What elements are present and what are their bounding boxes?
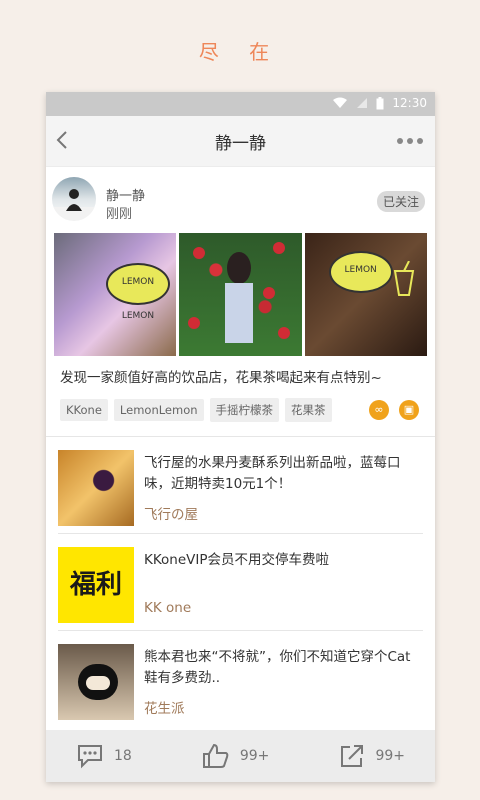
article-title: 熊本君也来“不将就”，你们不知道它穿个Cat鞋有多费劲.. [144, 649, 411, 686]
status-time: 12:30 [392, 96, 427, 110]
bear-image [78, 664, 118, 700]
tag-chip[interactable]: 手摇柠檬茶 [209, 398, 280, 422]
article-thumbnail [58, 450, 134, 526]
nav-title: 静一静 [215, 134, 266, 154]
like-count: 99+ [239, 748, 270, 764]
photo-grid: LEMON LEMON LEMON [54, 233, 427, 356]
post-caption: 发现一家颜值好高的饮品店，花果茶喝起来有点特别~ [60, 370, 382, 386]
photo-lemon-sign: LEMON LEMON [106, 263, 170, 321]
battery-icon [376, 96, 384, 109]
follow-badge[interactable]: 已关注 [376, 191, 425, 212]
gift-icon[interactable]: ▣ [399, 400, 419, 420]
nav-bar: 静一静 [46, 116, 435, 167]
share-count: 99+ [375, 748, 405, 764]
tag-chip[interactable]: LemonLemon [113, 399, 204, 421]
action-bar: 18 99+ 99+ [46, 730, 435, 782]
tag-row: KKone LemonLemon 手摇柠檬茶 花果茶 ∞ ▣ [60, 398, 423, 422]
share-icon [341, 745, 364, 767]
comment-count: 18 [114, 748, 132, 764]
wifi-icon [333, 97, 348, 108]
list-item[interactable]: 福利 KKoneVIP会员不用交停车费啦 KK one [58, 534, 423, 631]
share-button[interactable]: 99+ [339, 743, 405, 769]
tag-chip[interactable]: KKone [60, 399, 108, 421]
status-bar: 12:30 [46, 92, 435, 116]
link-icon[interactable]: ∞ [369, 400, 389, 420]
tagline: 尽 在 [198, 40, 282, 64]
article-title: 飞行屋的水果丹麦酥系列出新品啦，蓝莓口味，近期特卖10元1个！ [144, 455, 401, 492]
article-thumbnail [58, 644, 134, 720]
signal-icon [357, 98, 368, 108]
phone-frame: 12:30 静一静 静一静 刚刚 已关注 LEMON LEMON LEMON 发… [46, 92, 435, 782]
avatar[interactable] [52, 177, 96, 221]
post-photo[interactable] [179, 233, 302, 356]
thumbs-up-icon [202, 743, 229, 768]
comment-icon [78, 745, 102, 769]
article-source: 飞行の屋 [144, 507, 198, 523]
comment-button[interactable]: 18 [76, 743, 132, 769]
like-button[interactable]: 99+ [202, 743, 270, 769]
post-photo[interactable]: LEMON [304, 233, 427, 356]
list-item[interactable]: 熊本君也来“不将就”，你们不知道它穿个Cat鞋有多费劲.. 花生派 [58, 631, 423, 727]
article-list: 飞行屋的水果丹麦酥系列出新品啦，蓝莓口味，近期特卖10元1个！ 飞行の屋 福利 … [46, 437, 435, 727]
article-thumbnail: 福利 [58, 547, 134, 623]
article-title: KKoneVIP会员不用交停车费啦 [144, 552, 330, 568]
post-card: 静一静 刚刚 已关注 LEMON LEMON LEMON 发现一家颜值好高的饮品… [46, 167, 435, 422]
list-item[interactable]: 飞行屋的水果丹麦酥系列出新品啦，蓝莓口味，近期特卖10元1个！ 飞行の屋 [58, 437, 423, 534]
author-name[interactable]: 静一静 [106, 185, 145, 204]
post-time: 刚刚 [106, 207, 133, 222]
photo-lemon-sign: LEMON [328, 251, 393, 293]
tag-chip[interactable]: 花果茶 [285, 398, 332, 422]
post-photo[interactable]: LEMON LEMON [54, 233, 177, 356]
more-icon[interactable] [397, 138, 423, 144]
article-source: 花生派 [144, 701, 185, 717]
article-source: KK one [144, 600, 192, 616]
